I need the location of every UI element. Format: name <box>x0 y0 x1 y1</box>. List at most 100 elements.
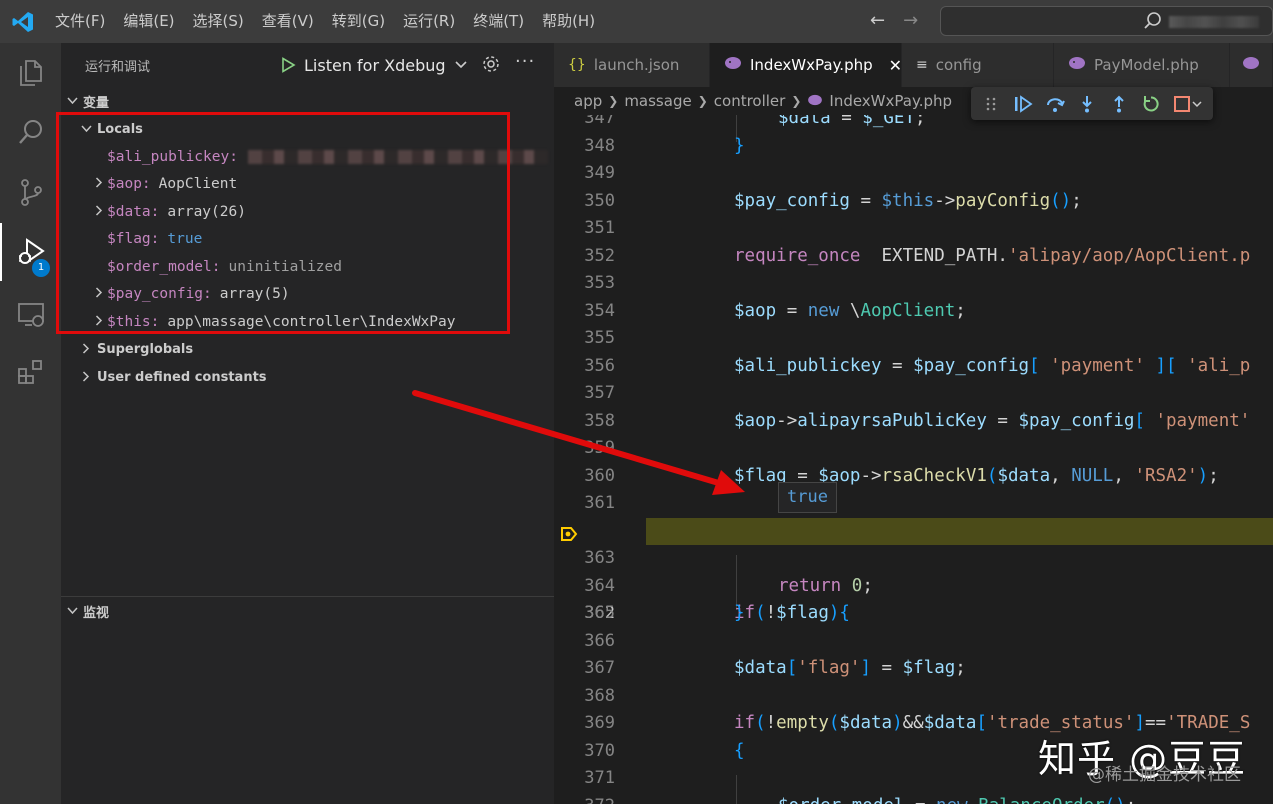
debug-badge: 1 <box>32 259 50 277</box>
menu-view[interactable]: 查看(V) <box>253 0 323 43</box>
chevron-down-icon <box>61 95 83 108</box>
chevron-right-icon <box>75 342 97 357</box>
title-bar: 文件(F) 编辑(E) 选择(S) 查看(V) 转到(G) 运行(R) 终端(T… <box>0 0 1273 43</box>
code-editor[interactable]: 347 $data = $_GET; 348} 349 350 $pay_confi… <box>554 115 1273 804</box>
step-into-icon[interactable] <box>1077 94 1097 114</box>
tab-label: IndexWxPay.php <box>750 56 873 74</box>
breadcrumb-item[interactable]: massage <box>624 92 691 110</box>
code-line: 363 <box>584 548 615 568</box>
current-execution-line: 362 if(!$flag){ <box>554 517 1273 623</box>
vscode-logo-icon <box>0 0 46 43</box>
variables-title: 变量 <box>83 95 110 111</box>
command-center-search[interactable] <box>940 6 1273 36</box>
code-line: 365} <box>584 603 745 623</box>
code-line: 361 <box>584 493 615 513</box>
code-line: 354 $aop = new \AopClient; <box>584 300 966 321</box>
explorer-icon[interactable] <box>0 43 61 101</box>
code-line: 355 <box>584 328 615 348</box>
remote-explorer-icon[interactable] <box>0 285 61 343</box>
back-arrow-icon[interactable]: ← <box>870 10 885 31</box>
annotation-highlight-box <box>56 112 510 334</box>
watermark-juejin: @稀土掘金技术社区 <box>1088 765 1241 785</box>
breadcrumb-item[interactable]: IndexWxPay.php <box>829 92 952 110</box>
code-line: 350 $pay_config = $this->payConfig(); <box>584 190 1082 211</box>
breadcrumb-item[interactable]: app <box>574 92 602 110</box>
more-actions-icon[interactable]: ··· <box>515 51 535 72</box>
run-debug-icon[interactable]: 1 <box>0 223 61 281</box>
chevron-right-icon <box>75 370 97 385</box>
json-file-icon: {} <box>568 57 586 73</box>
chevron-right-icon: ❯ <box>608 94 619 108</box>
stop-icon[interactable] <box>1173 94 1203 114</box>
php-file-icon <box>1242 56 1260 74</box>
text-file-icon: ≡ <box>916 57 928 73</box>
chevron-right-icon: ❯ <box>791 94 802 108</box>
code-line: 359 <box>584 438 615 458</box>
continue-icon[interactable] <box>1013 94 1033 114</box>
user-constants-scope[interactable]: User defined constants <box>61 364 554 392</box>
superglobals-scope[interactable]: Superglobals <box>61 336 554 364</box>
variable-hover-tooltip: true <box>778 482 837 513</box>
user-constants-label: User defined constants <box>97 370 267 385</box>
code-line: 349 <box>584 163 615 183</box>
code-line: 358 $aop->alipayrsaPublicKey = $pay_confi… <box>584 410 1251 431</box>
menu-selection[interactable]: 选择(S) <box>184 0 253 43</box>
php-file-icon <box>1068 56 1086 74</box>
step-out-icon[interactable] <box>1109 94 1129 114</box>
menu-edit[interactable]: 编辑(E) <box>114 0 183 43</box>
breadcrumb-item[interactable]: controller <box>714 92 786 110</box>
sidebar-header: 运行和调试 Listen for Xdebug ··· <box>61 43 554 87</box>
debug-toolbar <box>971 87 1213 120</box>
php-file-icon <box>724 56 742 74</box>
tab-paymodel-php[interactable]: PayModel.php <box>1054 43 1230 87</box>
activity-bar: 1 <box>0 43 61 804</box>
watch-title: 监视 <box>83 605 110 621</box>
debug-config-name: Listen for Xdebug <box>304 55 446 75</box>
restart-icon[interactable] <box>1141 94 1161 114</box>
variables-section-header[interactable]: 变量 <box>61 87 554 115</box>
code-line: 366 <box>584 630 615 651</box>
menu-go[interactable]: 转到(G) <box>323 0 394 43</box>
code-line: 372$order_model = new BalanceOrder(); <box>554 793 1273 804</box>
search-icon[interactable] <box>0 103 61 161</box>
forward-arrow-icon[interactable]: → <box>903 10 918 31</box>
tab-indexwxpay-php[interactable]: IndexWxPay.php ✕ <box>710 43 902 87</box>
menu-file[interactable]: 文件(F) <box>46 0 114 43</box>
menu-terminal[interactable]: 终端(T) <box>464 0 533 43</box>
gear-icon[interactable] <box>481 54 501 78</box>
code-line: 360 $flag = $aop->rsaCheckV1($data, NULL,… <box>584 465 1219 486</box>
watch-section-header[interactable]: 监视 <box>61 597 554 625</box>
code-line: 348} <box>584 135 745 156</box>
code-line: 357 <box>584 383 615 403</box>
search-icon <box>1143 11 1163 35</box>
code-line: 367 $data['flag'] = $flag; <box>584 658 966 678</box>
play-icon <box>282 57 296 73</box>
step-over-icon[interactable] <box>1045 94 1065 114</box>
menu-run[interactable]: 运行(R) <box>394 0 464 43</box>
sidebar-title: 运行和调试 <box>85 59 151 75</box>
nav-arrows: ← → <box>870 10 918 31</box>
code-line: 351 <box>584 218 615 238</box>
blurred-search-text <box>1169 16 1259 28</box>
menu-help[interactable]: 帮助(H) <box>533 0 604 43</box>
code-line: 353 <box>584 273 615 293</box>
tab-label: PayModel.php <box>1094 56 1199 74</box>
editor-tab-bar: {} launch.json IndexWxPay.php ✕ ≡ config… <box>554 43 1273 87</box>
source-control-icon[interactable] <box>0 163 61 221</box>
drag-handle-icon[interactable] <box>981 94 1001 114</box>
code-line: 352 require_once EXTEND_PATH.'alipay/aop/… <box>584 245 1251 266</box>
tab-config[interactable]: ≡ config <box>902 43 1054 87</box>
php-file-icon <box>807 92 823 110</box>
code-line: 356 $ali_publickey = $pay_config[ 'paymen… <box>584 355 1251 376</box>
chevron-right-icon: ❯ <box>697 94 708 108</box>
tab-overflow[interactable] <box>1230 43 1273 87</box>
close-icon[interactable]: ✕ <box>889 56 902 75</box>
chevron-down-icon <box>61 605 83 618</box>
tab-launch-json[interactable]: {} launch.json <box>554 43 710 87</box>
chevron-down-icon <box>454 61 467 69</box>
extensions-icon[interactable] <box>0 343 61 401</box>
start-debugging-button[interactable]: Listen for Xdebug <box>280 52 468 78</box>
tab-label: launch.json <box>593 56 680 74</box>
superglobals-label: Superglobals <box>97 342 194 357</box>
tab-label: config <box>935 56 982 74</box>
